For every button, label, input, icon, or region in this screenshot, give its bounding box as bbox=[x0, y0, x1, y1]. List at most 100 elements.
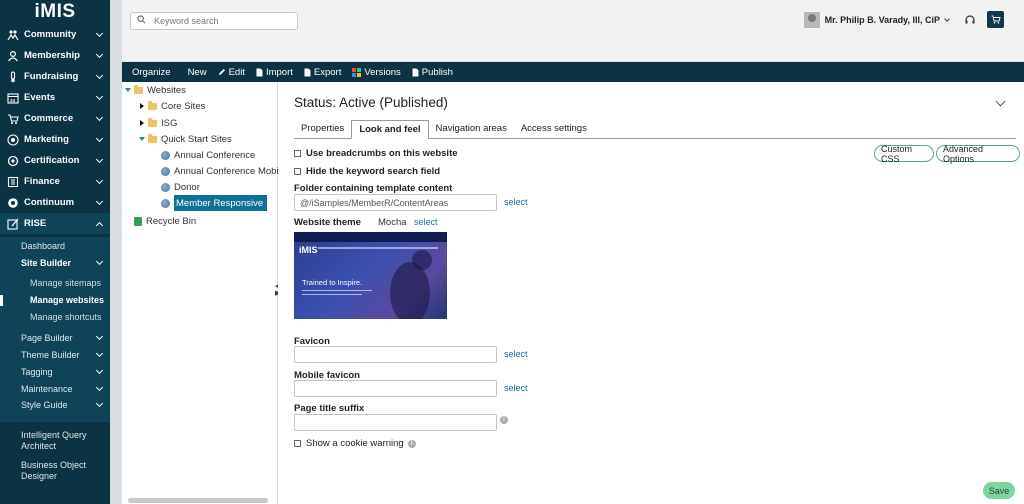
favicon-field[interactable] bbox=[294, 346, 497, 363]
info-icon[interactable]: i bbox=[407, 439, 416, 448]
publish-button[interactable]: Publish bbox=[411, 67, 454, 78]
membership-icon bbox=[6, 49, 19, 62]
tree-node-member-responsive[interactable]: Member Responsive bbox=[161, 195, 268, 211]
sidebar-item-intelligent-query-architect[interactable]: Intelligent Query Architect bbox=[0, 427, 110, 455]
caret-right-icon[interactable] bbox=[140, 120, 144, 126]
folder-field[interactable]: @/iSamples/MemberR/ContentAreas bbox=[294, 194, 497, 211]
hide-search-checkbox[interactable] bbox=[294, 168, 301, 175]
chevron-down-icon bbox=[95, 257, 104, 265]
sidebar-item-site-builder[interactable]: Site Builder bbox=[0, 254, 110, 271]
mobile-favicon-field[interactable] bbox=[294, 380, 497, 397]
tab-access-settings[interactable]: Access settings bbox=[514, 120, 594, 138]
edit-button[interactable]: Edit bbox=[217, 67, 246, 78]
tab-look-and-feel[interactable]: Look and feel bbox=[351, 120, 429, 139]
avatar[interactable] bbox=[803, 11, 820, 28]
sidebar-item-events[interactable]: 24 Events bbox=[0, 87, 110, 108]
top-header: Mr. Philip B. Varady, III, CiP bbox=[122, 0, 1024, 62]
cart-icon[interactable] bbox=[987, 11, 1004, 28]
sidebar-item-label: RISE bbox=[24, 218, 47, 229]
tree-node-donor[interactable]: Donor bbox=[161, 180, 200, 194]
tree-node-websites[interactable]: Websites bbox=[125, 83, 186, 97]
page-title-suffix-label: Page title suffix bbox=[294, 403, 365, 414]
sidebar-item-manage-websites[interactable]: Manage websites bbox=[0, 292, 110, 309]
tree-node-core-sites[interactable]: Core Sites bbox=[140, 99, 205, 113]
sidebar-item-certification[interactable]: Certification bbox=[0, 150, 110, 171]
chevron-down-icon bbox=[95, 332, 104, 340]
folder-icon bbox=[148, 117, 157, 127]
tree-node-label: Donor bbox=[174, 181, 200, 193]
sidebar-item-label: Style Guide bbox=[21, 399, 68, 410]
export-button[interactable]: Export bbox=[303, 67, 342, 78]
main-panel: Status: Active (Published) Properties Lo… bbox=[278, 82, 1024, 504]
mobile-favicon-select-link[interactable]: select bbox=[504, 383, 528, 393]
sidebar-scrollbar[interactable] bbox=[110, 0, 122, 504]
tab-properties[interactable]: Properties bbox=[294, 120, 351, 138]
sidebar-item-label: Events bbox=[24, 92, 56, 103]
sidebar-item-marketing[interactable]: Marketing bbox=[0, 129, 110, 150]
chevron-down-icon[interactable] bbox=[995, 96, 1006, 107]
tree-node-quick-start-sites[interactable]: Quick Start Sites bbox=[139, 132, 232, 146]
sidebar-item-rise[interactable]: RISE bbox=[0, 213, 110, 234]
sidebar-item-tagging[interactable]: Tagging bbox=[0, 363, 110, 380]
preview-text-line bbox=[302, 294, 362, 295]
sidebar-item-finance[interactable]: Finance bbox=[0, 171, 110, 192]
events-icon: 24 bbox=[6, 91, 19, 104]
new-label: New bbox=[187, 66, 207, 78]
sidebar-item-maintenance[interactable]: Maintenance bbox=[0, 380, 110, 397]
folder-select-link[interactable]: select bbox=[504, 197, 528, 207]
sidebar-item-fundraising[interactable]: Fundraising bbox=[0, 66, 110, 87]
sidebar-item-dashboard[interactable]: Dashboard bbox=[0, 237, 110, 254]
breadcrumbs-checkbox[interactable] bbox=[294, 150, 301, 157]
custom-css-button[interactable]: Custom CSS bbox=[874, 144, 934, 164]
caret-right-icon[interactable] bbox=[140, 103, 144, 109]
search-input[interactable] bbox=[154, 16, 284, 26]
caret-down-icon[interactable] bbox=[139, 137, 145, 141]
tree-node-annual-conference-mobile[interactable]: Annual Conference Mobile bbox=[161, 164, 286, 178]
imis-logo[interactable]: iMIS bbox=[0, 0, 110, 24]
sidebar-item-manage-shortcuts[interactable]: Manage shortcuts bbox=[0, 309, 110, 326]
advanced-options-button[interactable]: Advanced Options bbox=[936, 144, 1020, 164]
tree-node-annual-conference[interactable]: Annual Conference bbox=[161, 148, 255, 162]
folder-icon bbox=[148, 100, 157, 110]
chevron-down-icon bbox=[95, 92, 104, 100]
page-title: Status: Active (Published) bbox=[294, 95, 448, 110]
sidebar-item-continuum[interactable]: Continuum bbox=[0, 192, 110, 213]
tree-node-label: Annual Conference bbox=[174, 149, 256, 161]
tree-node-label: ISG bbox=[161, 117, 178, 129]
sidebar-item-manage-sitemaps[interactable]: Manage sitemaps bbox=[0, 275, 110, 292]
sidebar-item-label: Tagging bbox=[21, 366, 53, 377]
breadcrumbs-option: Use breadcrumbs on this website bbox=[294, 148, 458, 159]
chevron-down-icon[interactable] bbox=[944, 15, 950, 22]
hide-search-option: Hide the keyword search field bbox=[294, 166, 440, 177]
horizontal-scrollbar[interactable] bbox=[128, 498, 268, 503]
sidebar-item-commerce[interactable]: Commerce bbox=[0, 108, 110, 129]
import-button[interactable]: Import bbox=[255, 67, 294, 78]
user-name[interactable]: Mr. Philip B. Varady, III, CiP bbox=[825, 15, 940, 25]
info-icon[interactable]: i bbox=[500, 416, 508, 424]
versions-label: Versions bbox=[364, 66, 401, 78]
tree-node-recycle-bin[interactable]: Recycle Bin bbox=[134, 214, 196, 228]
theme-preview-image: iMIS Trained to Inspire. bbox=[294, 232, 447, 319]
favicon-select-link[interactable]: select bbox=[504, 349, 528, 359]
sidebar-item-style-guide[interactable]: Style Guide bbox=[0, 397, 110, 414]
sidebar-item-community[interactable]: Community bbox=[0, 24, 110, 45]
support-headset-icon[interactable] bbox=[963, 13, 977, 27]
sidebar-item-page-builder[interactable]: Page Builder bbox=[0, 329, 110, 346]
tree-node-isg[interactable]: ISG bbox=[140, 116, 177, 130]
search-box[interactable] bbox=[130, 12, 298, 30]
new-button[interactable]: New bbox=[187, 67, 208, 78]
chevron-down-icon bbox=[95, 197, 104, 205]
tab-navigation-areas[interactable]: Navigation areas bbox=[429, 120, 514, 138]
save-button[interactable]: Save bbox=[983, 482, 1015, 499]
sidebar-item-theme-builder[interactable]: Theme Builder bbox=[0, 346, 110, 363]
organize-button[interactable]: Organize bbox=[131, 67, 172, 78]
page-title-suffix-field[interactable] bbox=[294, 414, 497, 431]
sidebar-item-membership[interactable]: Membership bbox=[0, 45, 110, 66]
preview-figure bbox=[412, 250, 432, 270]
theme-select-link[interactable]: select bbox=[414, 217, 438, 227]
cookie-warning-checkbox[interactable] bbox=[294, 440, 301, 447]
sidebar-item-business-object-designer[interactable]: Business Object Designer bbox=[0, 457, 110, 485]
caret-down-icon[interactable] bbox=[125, 88, 131, 92]
versions-button[interactable]: Versions bbox=[351, 67, 401, 78]
tree-node-label: Websites bbox=[147, 84, 186, 96]
